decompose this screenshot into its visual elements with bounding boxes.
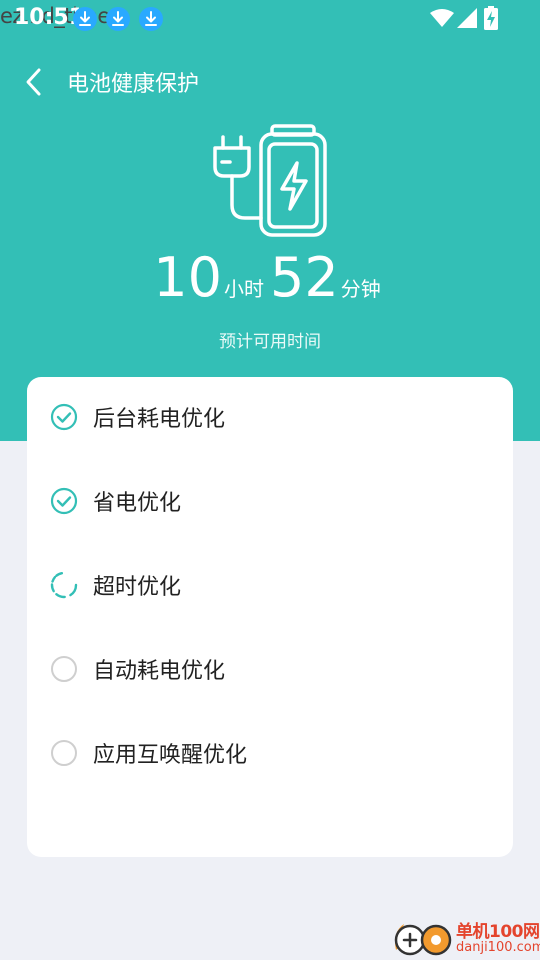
loading-spinner-icon [50,571,78,599]
hours-unit: 小时 [224,277,264,301]
signal-icon [457,8,477,28]
watermark: 单机100网 danji100.com [390,916,540,960]
list-item-label: 应用互唤醒优化 [93,743,248,768]
list-item-label: 后台耗电优化 [93,407,226,432]
battery-time-remaining: 10 小时 52 分钟 [0,246,540,309]
optimization-card: 后台耗电优化 省电优化 超时优化 自动耗电优化 应用互唤醒优化 [27,377,513,857]
list-item-label: 超时优化 [93,575,182,600]
list-item-background-optimization: 后台耗电优化 [27,387,513,447]
watermark-url: danji100.com [456,940,540,955]
wifi-icon [430,9,454,27]
watermark-logo-icon [394,924,452,956]
download-icon [106,7,130,31]
battery-plug-icon [213,124,327,237]
download-icon [139,7,163,31]
list-item-app-wakeup-optimization: 应用互唤醒优化 [27,723,513,783]
download-icon [73,7,97,31]
page-title: 电池健康保护 [67,72,200,97]
minutes-unit: 分钟 [340,277,381,301]
empty-circle-icon [51,656,77,682]
back-button[interactable] [18,64,54,100]
minutes-value: 52 [270,246,339,309]
list-item-label: 省电优化 [93,491,182,516]
time-remaining-label: 预计可用时间 [219,332,321,352]
watermark-title: 单机100网 [456,922,540,942]
empty-circle-icon [51,740,77,766]
check-circle-icon [50,403,78,431]
status-bar: ez...d_time 10:51 [0,0,540,38]
list-item-timeout-optimization: 超时优化 [27,555,513,615]
check-circle-icon [50,487,78,515]
list-item-power-saving: 省电优化 [27,471,513,531]
list-item-auto-power-optimization: 自动耗电优化 [27,639,513,699]
battery-charging-icon [484,6,498,30]
list-item-label: 自动耗电优化 [93,659,226,684]
hours-value: 10 [153,246,222,309]
